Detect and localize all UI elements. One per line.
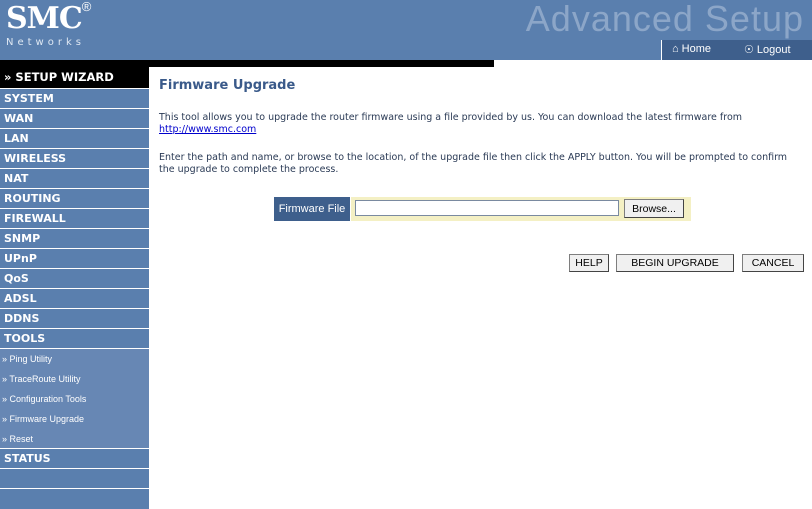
home-label: Home — [681, 43, 711, 55]
sidebar-subitem-reset[interactable]: » Reset — [0, 429, 149, 449]
power-icon: ☉ — [744, 44, 754, 56]
sidebar-subitem-firmware-upgrade[interactable]: » Firmware Upgrade — [0, 409, 149, 429]
advanced-setup-banner: Advanced Setup — [525, 0, 804, 39]
header: SMC® Networks Advanced Setup ⌂ Home ☉ Logo… — [0, 0, 812, 60]
sidebar: » SETUP WIZARD SYSTEM WAN LAN WIRELESS N… — [0, 67, 149, 509]
logo-subtext: Networks — [6, 37, 85, 48]
sidebar-item-firewall[interactable]: FIREWALL — [0, 209, 149, 229]
house-icon: ⌂ — [672, 43, 679, 55]
firmware-file-label: Firmware File — [274, 197, 350, 221]
sidebar-item-status[interactable]: STATUS — [0, 449, 149, 469]
logout-link[interactable]: ☉ Logout — [744, 43, 791, 56]
header-nav: ⌂ Home ☉ Logout — [661, 40, 812, 60]
sidebar-subitem-traceroute-utility[interactable]: » TraceRoute Utility — [0, 369, 149, 389]
sidebar-subitem-ping-utility[interactable]: » Ping Utility — [0, 349, 149, 369]
intro-text: This tool allows you to upgrade the rout… — [159, 112, 743, 123]
sidebar-item-qos[interactable]: QoS — [0, 269, 149, 289]
firmware-file-input[interactable] — [355, 200, 619, 216]
sidebar-item-snmp[interactable]: SNMP — [0, 229, 149, 249]
smc-logo: SMC® Networks — [6, 0, 118, 48]
browse-button[interactable]: Browse... — [624, 199, 684, 218]
sidebar-item-upnp[interactable]: UPnP — [0, 249, 149, 269]
begin-upgrade-button[interactable]: BEGIN UPGRADE — [616, 254, 734, 272]
sidebar-subitem-configuration-tools[interactable]: » Configuration Tools — [0, 389, 149, 409]
home-link[interactable]: ⌂ Home — [672, 43, 711, 55]
smc-website-link[interactable]: http://www.smc.com — [159, 124, 256, 135]
sidebar-item-lan[interactable]: LAN — [0, 129, 149, 149]
sidebar-item-wireless[interactable]: WIRELESS — [0, 149, 149, 169]
sidebar-item-wan[interactable]: WAN — [0, 109, 149, 129]
router-admin-page: SMC® Networks Advanced Setup ⌂ Home ☉ Logo… — [0, 0, 812, 509]
logo-main-text: SMC — [6, 1, 83, 36]
help-button[interactable]: HELP — [569, 254, 609, 272]
intro-paragraph: This tool allows you to upgrade the rout… — [159, 112, 799, 136]
logout-label: Logout — [756, 44, 791, 56]
sidebar-item-ddns[interactable]: DDNS — [0, 309, 149, 329]
sidebar-spacer — [0, 469, 149, 489]
cancel-button[interactable]: CANCEL — [742, 254, 804, 272]
sidebar-item-tools[interactable]: TOOLS — [0, 329, 149, 349]
sidebar-item-routing[interactable]: ROUTING — [0, 189, 149, 209]
page-title: Firmware Upgrade — [159, 78, 296, 93]
header-divider — [0, 60, 494, 67]
firmware-file-field-container: Browse... — [351, 197, 691, 221]
logo-registered-mark: ® — [81, 0, 92, 14]
instructions-paragraph: Enter the path and name, or browse to th… — [159, 152, 788, 175]
sidebar-item-setup-wizard[interactable]: » SETUP WIZARD — [0, 67, 149, 89]
sidebar-item-system[interactable]: SYSTEM — [0, 89, 149, 109]
sidebar-item-nat[interactable]: NAT — [0, 169, 149, 189]
sidebar-item-adsl[interactable]: ADSL — [0, 289, 149, 309]
main-content: Firmware Upgrade This tool allows you to… — [159, 78, 809, 272]
